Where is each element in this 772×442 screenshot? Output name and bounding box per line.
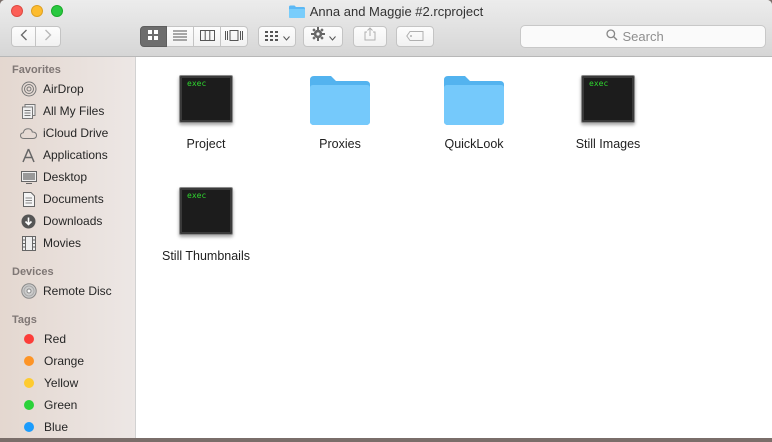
window-title-bar: Anna and Maggie #2.rcproject [0,3,772,21]
sidebar-item-label: Applications [43,148,108,162]
file-name: Still Images [575,137,641,151]
grid-icon [148,28,159,46]
sidebar-item-all-my-files[interactable]: All My Files [20,101,132,121]
sidebar-item-label: Movies [43,236,82,250]
desktop-icon [20,169,37,185]
sidebar: Favorites AirDrop All My Files iCloud Dr… [0,57,136,438]
finder-window: Anna and Maggie #2.rcproject Search Favo… [0,0,772,438]
sidebar-item-applications[interactable]: Applications [20,145,132,165]
file-name: Project [186,137,226,151]
exec-file-icon: exec [581,75,635,123]
sidebar-item-icloud-drive[interactable]: iCloud Drive [20,123,132,143]
chevron-right-icon [44,28,52,46]
window-title: Anna and Maggie #2.rcproject [309,4,484,19]
sidebar-item-label: AirDrop [43,82,84,96]
sidebar-item-label: Red [44,332,67,346]
file-name: QuickLook [444,137,504,151]
sidebar-item-label: Yellow [44,376,79,390]
sidebar-item-airdrop[interactable]: AirDrop [20,79,132,99]
sidebar-item-label: Remote Disc [43,284,112,298]
all-files-icon [20,103,37,119]
list-icon [173,28,187,46]
documents-icon [20,191,37,207]
exec-label: exec [187,191,207,200]
yellow-tag-dot-icon [24,378,34,388]
sidebar-item-documents[interactable]: Documents [20,189,132,209]
arrange-button[interactable] [258,26,296,47]
action-button[interactable] [303,26,343,47]
file-item-still-images[interactable]: exec Still Images [548,67,668,167]
cloud-icon [20,125,37,141]
file-name: Proxies [319,137,361,151]
file-browser: exec Project Proxies QuickLook exec Stil… [136,57,772,438]
file-item-quicklook[interactable]: QuickLook [414,67,534,167]
sidebar-tag-green[interactable]: Green [20,395,132,415]
movies-icon [20,235,37,251]
sidebar-item-movies[interactable]: Movies [20,233,132,253]
orange-tag-dot-icon [24,356,34,366]
devices-header: Devices [12,266,54,278]
file-item-still-thumbnails[interactable]: exec Still Thumbnails [146,179,266,279]
disc-icon [20,283,37,299]
columns-icon [199,28,215,46]
folder-icon [310,75,370,125]
view-mode-segment [140,26,248,47]
exec-file-icon: exec [179,75,233,123]
airdrop-icon [20,81,37,97]
sidebar-item-label: Blue [44,420,69,434]
nav-segment [11,26,61,47]
search-icon [605,29,618,44]
sidebar-tag-orange[interactable]: Orange [20,351,132,371]
sidebar-tag-red[interactable]: Red [20,329,132,349]
exec-label: exec [589,79,609,88]
sidebar-item-label: iCloud Drive [43,126,109,140]
sidebar-item-desktop[interactable]: Desktop [20,167,132,187]
share-icon [364,27,376,46]
chevron-down-icon [282,28,290,46]
arrange-grid-icon [264,28,279,46]
titlebar: Anna and Maggie #2.rcproject [0,0,772,57]
sidebar-tag-yellow[interactable]: Yellow [20,373,132,393]
exec-label: exec [187,79,207,88]
back-button[interactable] [11,26,36,47]
column-view-button[interactable] [194,26,221,47]
file-item-project[interactable]: exec Project [146,67,266,167]
search-field[interactable] [520,25,766,48]
icon-view-button[interactable] [140,26,167,47]
tag-icon [406,28,424,46]
gear-icon [310,27,325,46]
sidebar-item-downloads[interactable]: Downloads [20,211,132,231]
applications-icon [20,147,37,163]
favorites-header: Favorites [12,64,61,76]
forward-button[interactable] [36,26,61,47]
chevron-down-icon [328,28,336,46]
sidebar-item-label: Green [44,398,78,412]
tag-button[interactable] [396,26,434,47]
red-tag-dot-icon [24,334,34,344]
search-input[interactable] [622,29,681,44]
downloads-icon [20,213,37,229]
blue-tag-dot-icon [24,422,34,432]
folder-icon [288,5,305,23]
list-view-button[interactable] [167,26,194,47]
chevron-left-icon [20,28,28,46]
sidebar-item-label: Documents [43,192,104,206]
sidebar-item-label: Downloads [43,214,103,228]
exec-file-icon: exec [179,187,233,235]
cover-flow-view-button[interactable] [221,26,248,47]
sidebar-tag-blue[interactable]: Blue [20,417,132,437]
sidebar-item-label: All My Files [43,104,105,118]
cover-flow-icon [225,28,243,46]
folder-icon [444,75,504,125]
green-tag-dot-icon [24,400,34,410]
file-item-proxies[interactable]: Proxies [280,67,400,167]
share-button[interactable] [353,26,387,47]
sidebar-item-remote-disc[interactable]: Remote Disc [20,281,132,301]
sidebar-item-label: Desktop [43,170,88,184]
sidebar-item-label: Orange [44,354,85,368]
file-name: Still Thumbnails [161,249,250,263]
tags-header: Tags [12,314,37,326]
